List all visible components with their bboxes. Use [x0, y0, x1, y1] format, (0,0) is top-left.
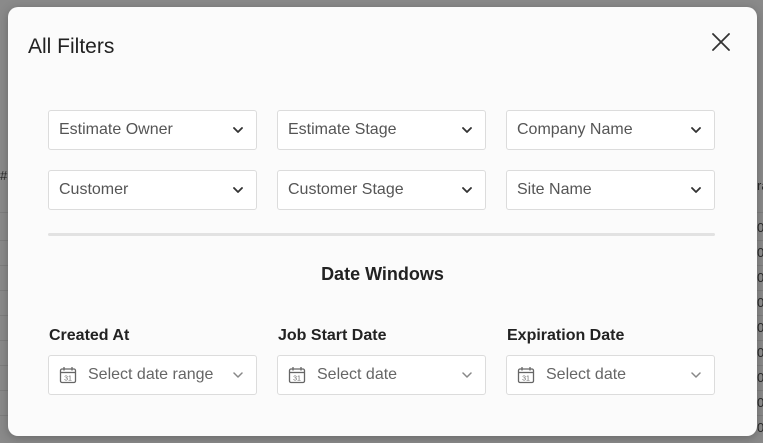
background-cell: 0 — [757, 395, 763, 410]
select-label: Customer — [59, 181, 129, 198]
background-cell: 0 — [757, 295, 763, 310]
calendar-day-number: 31 — [293, 376, 301, 383]
calendar-icon: 31 — [517, 366, 535, 384]
date-placeholder: Select date range — [88, 366, 214, 383]
customer-select[interactable]: Customer — [48, 170, 257, 210]
background-cell: 0 — [757, 420, 763, 435]
site-name-select[interactable]: Site Name — [506, 170, 715, 210]
all-filters-modal: All Filters Estimate Owner Estimate Stag… — [8, 7, 757, 436]
background-cell: 0 — [757, 345, 763, 360]
created-at-date-range-picker[interactable]: 31 Select date range — [48, 355, 257, 395]
modal-title: All Filters — [28, 35, 115, 58]
calendar-day-number: 31 — [522, 376, 530, 383]
date-placeholder: Select date — [546, 366, 627, 383]
background-column-header: # — [0, 168, 8, 183]
customer-stage-select[interactable]: Customer Stage — [277, 170, 486, 210]
job-start-date-label: Job Start Date — [278, 327, 387, 344]
close-icon — [712, 33, 730, 51]
date-placeholder: Select date — [317, 366, 398, 383]
estimate-owner-select[interactable]: Estimate Owner — [48, 110, 257, 150]
background-column-header: ra — [757, 178, 763, 193]
chevron-down-icon — [690, 184, 702, 196]
chevron-down-icon — [232, 369, 244, 381]
chevron-down-icon — [690, 369, 702, 381]
chevron-down-icon — [461, 124, 473, 136]
calendar-icon: 31 — [288, 366, 306, 384]
background-cell: 0 — [757, 370, 763, 385]
background-cell: 0 — [757, 320, 763, 335]
chevron-down-icon — [232, 184, 244, 196]
background-cell: 0 — [757, 220, 763, 235]
expiration-date-label: Expiration Date — [507, 327, 625, 344]
chevron-down-icon — [690, 124, 702, 136]
section-divider — [48, 233, 715, 236]
background-cell: 0 — [757, 270, 763, 285]
chevron-down-icon — [232, 124, 244, 136]
expiration-date-picker[interactable]: 31 Select date — [506, 355, 715, 395]
select-label: Estimate Stage — [288, 121, 397, 138]
company-name-select[interactable]: Company Name — [506, 110, 715, 150]
select-label: Company Name — [517, 121, 633, 138]
select-label: Site Name — [517, 181, 592, 198]
select-label: Estimate Owner — [59, 121, 173, 138]
created-at-label: Created At — [49, 327, 130, 344]
background-cell: 0 — [757, 245, 763, 260]
chevron-down-icon — [461, 369, 473, 381]
job-start-date-picker[interactable]: 31 Select date — [277, 355, 486, 395]
calendar-day-number: 31 — [64, 376, 72, 383]
estimate-stage-select[interactable]: Estimate Stage — [277, 110, 486, 150]
date-windows-heading: Date Windows — [321, 264, 444, 284]
select-label: Customer Stage — [288, 181, 404, 198]
calendar-icon: 31 — [59, 366, 77, 384]
chevron-down-icon — [461, 184, 473, 196]
close-button[interactable] — [708, 29, 734, 55]
